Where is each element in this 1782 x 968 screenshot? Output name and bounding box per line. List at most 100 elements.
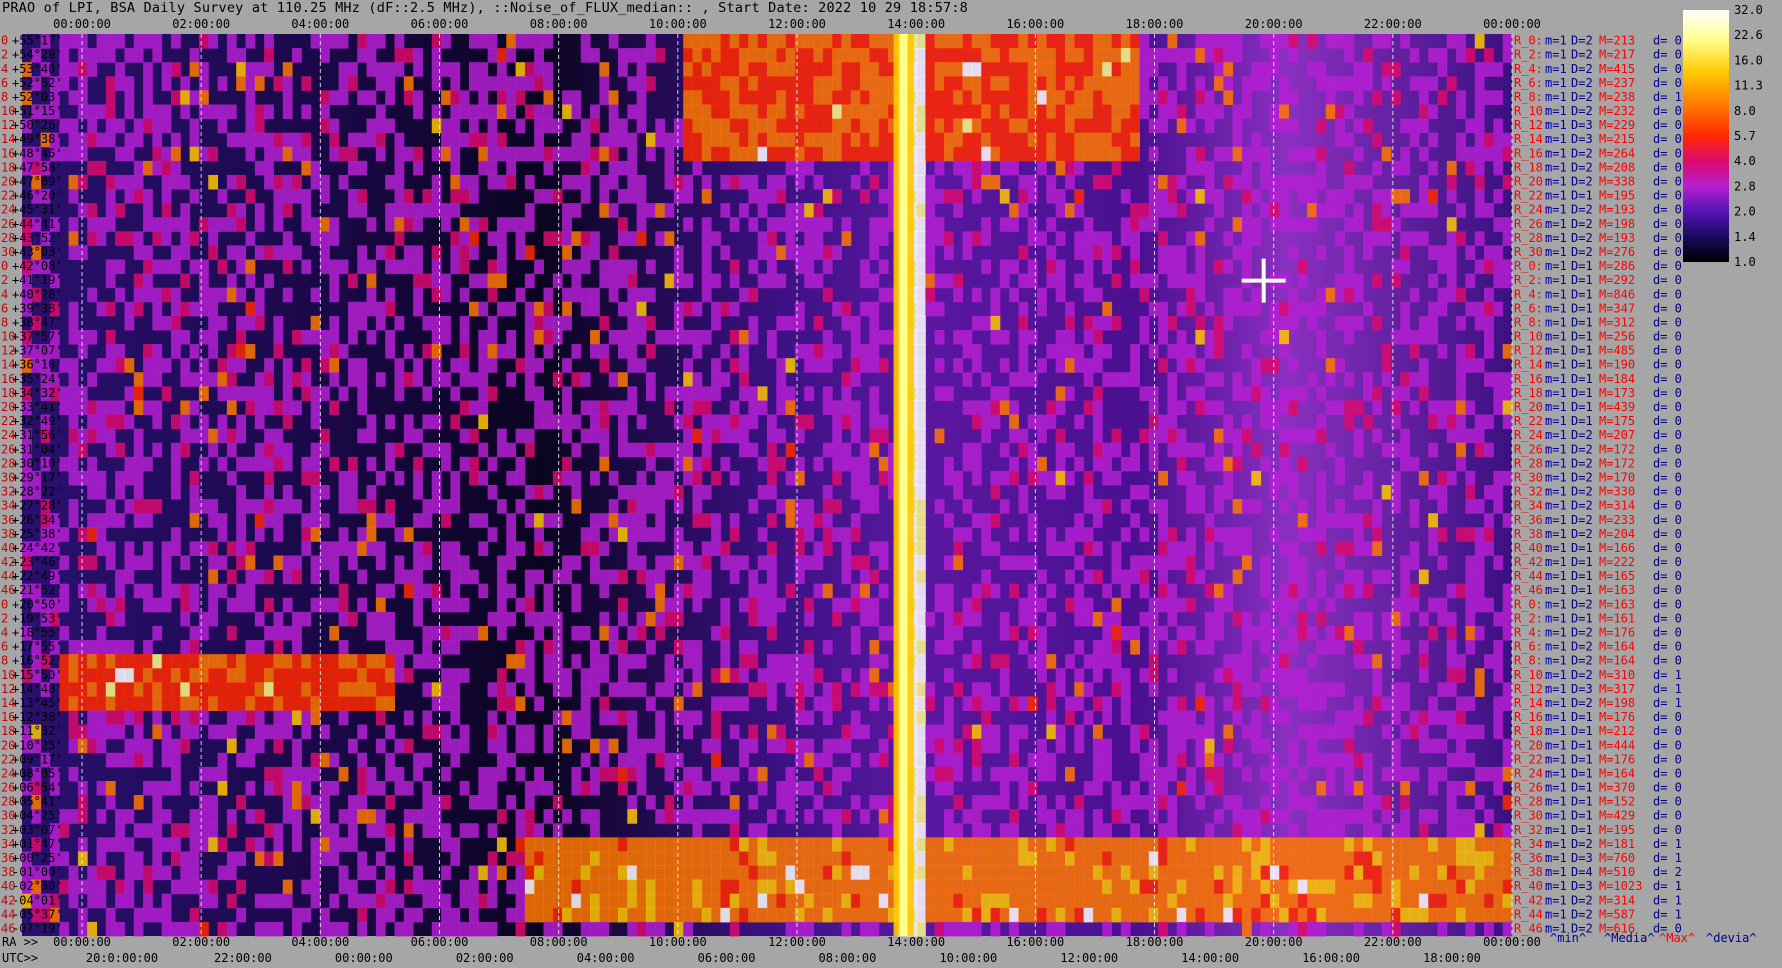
heatmap-cell (599, 414, 610, 430)
heatmap-cell (357, 400, 368, 416)
heatmap-cell (1428, 738, 1438, 754)
heatmap-cell (1456, 809, 1466, 824)
heatmap-cell (562, 174, 572, 190)
heatmap-cell (87, 513, 97, 528)
heatmap-cell (627, 386, 638, 401)
heatmap-cell (683, 456, 693, 472)
heatmap-cell (469, 189, 479, 204)
heatmap-cell (1102, 146, 1113, 162)
heatmap-cell (171, 541, 181, 556)
heatmap-cell (953, 837, 964, 852)
heatmap-cell (832, 132, 842, 148)
heatmap-cell (171, 329, 181, 345)
heatmap-cell (1148, 217, 1159, 232)
heatmap-cell (776, 104, 787, 120)
heatmap-cell (301, 682, 312, 697)
heatmap-cell (692, 640, 703, 655)
heatmap-cell (338, 527, 349, 542)
heatmap-cell (1083, 48, 1094, 63)
heatmap-cell (1204, 766, 1215, 782)
heatmap-cell (590, 527, 600, 542)
heatmap-cell (226, 851, 237, 867)
heatmap-cell (1214, 456, 1224, 472)
heatmap-cell (1046, 837, 1057, 852)
heatmap-cell (767, 597, 777, 613)
heatmap-cell (1297, 386, 1308, 401)
heatmap-cell (161, 146, 172, 162)
heatmap-cell (1148, 780, 1159, 796)
heatmap-cell (1083, 710, 1094, 726)
heatmap-cell (385, 837, 395, 852)
heatmap-cell (1409, 76, 1420, 91)
heatmap-cell (143, 738, 153, 754)
heatmap-cell (96, 527, 107, 542)
heatmap-cell (394, 217, 405, 232)
heatmap-cell (310, 160, 321, 176)
heatmap-cell (347, 654, 358, 669)
heatmap-cell (264, 132, 274, 148)
heatmap-cell (869, 329, 880, 345)
heatmap-cell (785, 160, 796, 176)
heatmap-cell (1083, 273, 1094, 289)
heatmap-cell (1009, 583, 1019, 599)
heatmap-cell (813, 104, 824, 120)
heatmap-cell (459, 329, 470, 345)
heatmap-cell (683, 146, 693, 162)
heatmap-cell (971, 724, 982, 740)
heatmap-cell (515, 90, 526, 105)
heatmap-cell (1241, 217, 1252, 232)
heatmap-cell (226, 344, 237, 359)
heatmap-cell (236, 583, 246, 599)
heatmap-cell (198, 499, 209, 514)
heatmap-cell (1251, 837, 1262, 852)
heatmap-cell (953, 766, 964, 782)
heatmap-cell (1251, 358, 1262, 373)
heatmap-cell (1102, 132, 1113, 148)
heatmap-cell (1418, 104, 1429, 120)
heatmap-cell (1092, 34, 1103, 49)
heatmap-cell (1083, 527, 1094, 542)
heatmap-cell (1307, 597, 1317, 613)
heatmap-cell (1195, 795, 1206, 810)
heatmap-cell (1325, 76, 1336, 91)
heatmap-cell (1158, 301, 1168, 317)
heatmap-cell (1148, 118, 1159, 134)
heatmap-cell (1353, 400, 1364, 416)
heatmap-cell (1493, 823, 1504, 838)
heatmap-cell (385, 583, 395, 599)
heatmap-cell (320, 682, 330, 697)
heatmap-cell (1027, 654, 1038, 669)
heatmap-cell (208, 217, 219, 232)
heatmap-cell (459, 174, 470, 190)
heatmap-cell (394, 640, 405, 655)
heatmap-cell (1260, 456, 1271, 472)
heatmap-cell (1223, 48, 1234, 63)
heatmap-cell (394, 555, 405, 571)
heatmap-cell (534, 414, 544, 430)
heatmap-cell (1167, 48, 1178, 63)
heatmap-cell (869, 76, 880, 91)
heatmap-cell (1102, 315, 1113, 331)
heatmap-cell (115, 809, 125, 824)
heatmap-cell (776, 654, 787, 669)
heatmap-cell (282, 146, 293, 162)
heatmap-cell (711, 146, 721, 162)
heatmap-cell (478, 104, 489, 120)
heatmap-cell (599, 569, 610, 585)
heatmap-cell (767, 344, 777, 359)
heatmap-cell (487, 160, 498, 176)
heatmap-cell (487, 710, 498, 726)
heatmap-cell (1279, 654, 1289, 669)
heatmap-cell (301, 513, 312, 528)
heatmap-cell (748, 682, 759, 697)
heatmap-cell (347, 485, 358, 500)
heatmap-cell (394, 203, 405, 218)
heatmap-cell (385, 823, 395, 838)
heatmap-cell (683, 372, 693, 387)
heatmap-cell (133, 470, 144, 486)
heatmap-cell (524, 358, 535, 373)
heatmap-cell (1111, 555, 1122, 571)
heatmap-cell (1400, 583, 1411, 599)
heatmap-cell (729, 259, 740, 275)
heatmap-cell (1232, 682, 1243, 697)
